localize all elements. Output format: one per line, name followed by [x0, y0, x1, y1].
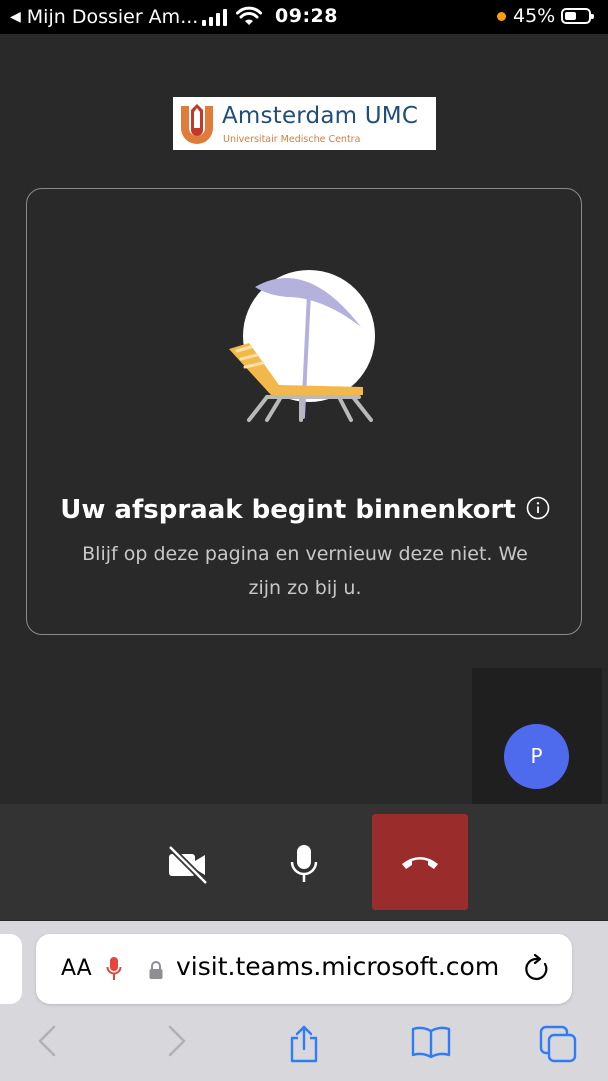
waiting-card: Uw afspraak begint binnenkort Blijf op d…: [26, 188, 582, 635]
url-text[interactable]: visit.teams.microsoft.com: [176, 952, 499, 981]
text-size-button[interactable]: AA: [61, 956, 92, 981]
tabs-icon[interactable]: [538, 1024, 578, 1064]
microphone-toggle-button[interactable]: [256, 816, 352, 912]
battery-icon: [561, 8, 594, 24]
share-icon[interactable]: [286, 1024, 322, 1064]
hang-up-button[interactable]: [372, 814, 468, 910]
amsterdam-umc-logo: Amsterdam UMC Universitair Medische Cent…: [173, 97, 436, 150]
previous-tab-peek[interactable]: [0, 934, 22, 1004]
signal-icon: [202, 8, 227, 26]
avatar: P: [504, 724, 569, 789]
microphone-in-use-icon: [106, 957, 122, 980]
back-arrow-icon: ◀: [10, 9, 21, 25]
clock: 09:28: [275, 5, 338, 27]
beach-chair-illustration: [229, 270, 375, 422]
forward-icon[interactable]: [164, 1024, 190, 1058]
back-icon[interactable]: [34, 1024, 60, 1058]
text-size-label: AA: [61, 956, 92, 981]
microphone-icon: [290, 845, 318, 882]
card-title: Uw afspraak begint binnenkort: [27, 495, 583, 525]
orange-dot-icon: [497, 12, 506, 21]
card-title-text: Uw afspraak begint binnenkort: [60, 495, 516, 525]
umc-emblem-icon: [181, 104, 213, 144]
reload-icon[interactable]: [523, 954, 551, 984]
card-message: Blijf op deze pagina en vernieuw deze ni…: [82, 543, 528, 599]
lock-icon: [149, 961, 163, 979]
logo-title: Amsterdam UMC: [222, 103, 419, 129]
wifi-icon: [236, 6, 262, 25]
call-controls-bar: [0, 804, 608, 920]
info-icon[interactable]: [526, 496, 550, 520]
browser-toolbar: AA visit.teams.microsoft.com: [0, 921, 608, 1081]
back-app-label: Mijn Dossier Am...: [26, 6, 199, 28]
camera-off-icon: [167, 844, 209, 884]
logo-subtitle: Universitair Medische Centra: [223, 134, 361, 145]
back-to-app-link[interactable]: ◀ Mijn Dossier Am...: [10, 6, 198, 28]
bookmarks-icon[interactable]: [410, 1024, 452, 1060]
battery-percentage: 45%: [513, 5, 556, 27]
hang-up-icon: [402, 857, 438, 869]
address-bar[interactable]: AA visit.teams.microsoft.com: [36, 934, 572, 1004]
camera-toggle-button[interactable]: [140, 816, 236, 912]
status-bar: ◀ Mijn Dossier Am... 09:28 45%: [0, 0, 608, 34]
